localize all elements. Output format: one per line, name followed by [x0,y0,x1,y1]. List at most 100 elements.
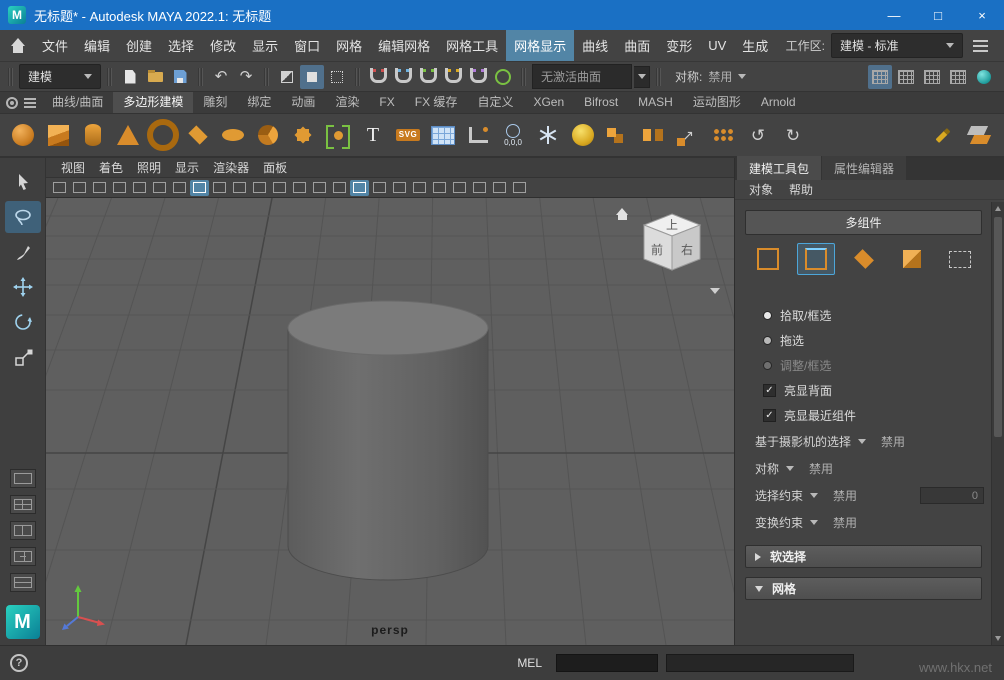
camera-attributes-icon[interactable] [90,180,109,196]
use-default-material-icon[interactable] [390,180,409,196]
panel-menu-item[interactable]: 着色 [92,158,130,177]
section-header[interactable]: 软选择 [745,545,982,568]
shadows-icon[interactable] [450,180,469,196]
motion-blur-icon[interactable] [490,180,509,196]
menu-item[interactable]: 修改 [202,30,244,61]
two-pane-layout-button[interactable] [9,521,36,540]
poly-cube-icon[interactable] [41,118,75,152]
close-button[interactable]: × [960,0,1004,30]
toolbar-grip[interactable] [8,67,13,86]
menu-item[interactable]: 窗口 [286,30,328,61]
safe-action-icon[interactable] [290,180,309,196]
viewport-canvas[interactable]: 上 前 右 persp [46,198,734,645]
outliner-persp-layout-button[interactable] [9,547,36,566]
snap-to-point-icon[interactable] [416,65,440,89]
shelf-tab[interactable]: 自定义 [467,92,523,113]
shelf-tab[interactable]: Bifrost [574,92,628,112]
radio-option[interactable]: 拖选 [741,328,986,353]
film-gate-icon[interactable] [210,180,229,196]
scroll-down-icon[interactable] [992,632,1004,645]
toolkit-menu-item[interactable]: 对象 [743,179,779,200]
command-input[interactable] [556,654,658,672]
panel-menu-item[interactable]: 照明 [130,158,168,177]
smooth-mesh-icon[interactable] [566,118,600,152]
home-icon[interactable] [10,38,26,53]
snap-to-projected-center-icon[interactable] [441,65,465,89]
make-live-icon[interactable] [491,65,515,89]
modeling-toolkit-toggle-icon[interactable] [868,64,892,89]
snap-to-grid-icon[interactable] [366,65,390,89]
shelf-tab[interactable]: 多边形建模 [113,92,194,113]
select-object-icon[interactable] [300,64,324,89]
panel-menu-item[interactable]: 面板 [256,158,294,177]
poly-disc-icon[interactable] [216,118,250,152]
select-component-icon[interactable] [325,65,349,89]
shelf-tab[interactable]: FX [369,92,404,112]
toolbar-grip[interactable] [264,67,269,86]
panel-menu-item[interactable]: 视图 [54,158,92,177]
screen-space-ao-icon[interactable] [470,180,489,196]
scale-tool[interactable] [5,341,41,373]
grease-pencil-icon[interactable] [170,180,189,196]
scrollbar-thumb[interactable] [994,217,1002,437]
menu-item[interactable]: 网格显示 [506,30,575,61]
menu-item[interactable]: UV [700,32,734,59]
constraint-number-field[interactable]: 0 [920,487,984,504]
wireframe-icon[interactable] [330,180,349,196]
uv-mode-icon[interactable] [893,243,931,275]
panel-menu-item[interactable]: 渲染器 [206,158,256,177]
node-table-icon[interactable] [426,118,460,152]
maximize-button[interactable]: □ [916,0,960,30]
select-tool[interactable] [5,166,41,198]
sidebar-tab[interactable]: 建模工具包 [737,156,822,180]
toolkit-menu-item[interactable]: 帮助 [783,179,819,200]
mel-toggle[interactable]: MEL [511,654,548,672]
face-mode-icon[interactable] [845,243,883,275]
poly-torus-icon[interactable] [146,118,180,152]
select-camera-icon[interactable] [50,180,69,196]
svg-tool-icon[interactable]: SVG [391,118,425,152]
panel-scrollbar[interactable] [991,202,1004,645]
safe-title-icon[interactable] [310,180,329,196]
menu-item[interactable]: 曲线 [574,30,616,61]
smooth-shade-icon[interactable] [350,179,369,196]
menu-item[interactable]: 网格 [328,30,370,61]
rotate-tool[interactable] [5,306,41,338]
dropdown-row[interactable]: 基于摄影机的选择 禁用 [741,428,986,455]
combine-icon[interactable] [601,118,635,152]
gate-mask-icon[interactable] [250,180,269,196]
poly-cone-icon[interactable] [111,118,145,152]
minimize-button[interactable]: — [872,0,916,30]
toolbar-grip[interactable] [355,67,360,86]
open-scene-icon[interactable] [143,65,167,89]
shelf-tab[interactable]: 运动图形 [683,92,751,113]
move-tool[interactable] [5,271,41,303]
four-pane-layout-button[interactable] [9,495,36,514]
shelf-menu-icon[interactable] [24,98,36,108]
curve-instance-icon[interactable] [321,118,355,152]
object-mode-icon[interactable] [941,243,979,275]
viewcube-menu-chevron[interactable] [710,288,720,294]
flip-geometry-icon[interactable]: ↻ [776,118,810,152]
lock-camera-icon[interactable] [70,180,89,196]
section-header[interactable]: 网格 [745,577,982,600]
extract-face-icon[interactable]: ↗ [671,118,705,152]
freeze-transform-icon[interactable] [531,118,565,152]
dropdown-row[interactable]: 变换约束 禁用 [741,509,986,536]
radio-option[interactable]: 调整/框选 [741,353,986,378]
poly-sphere-icon[interactable] [6,118,40,152]
poly-plane-icon[interactable] [181,118,215,152]
mirror-geometry-icon[interactable]: ↺ [741,118,775,152]
surface-field-dropdown[interactable] [634,65,650,88]
menu-item[interactable]: 网格工具 [438,30,506,61]
shelf-tab[interactable]: 曲线/曲面 [42,92,113,113]
grid-toggle-icon[interactable] [190,179,209,196]
viewcube-home-icon[interactable] [616,208,630,221]
undo-icon[interactable]: ↶ [209,65,233,89]
bookmarks-icon[interactable] [110,180,129,196]
dropdown-row[interactable]: 选择约束 禁用 0 [741,482,986,509]
toolbar-grip[interactable] [198,67,203,86]
menu-item[interactable]: 文件 [34,30,76,61]
multi-cut-icon[interactable] [962,118,996,152]
attribute-editor-toggle-icon[interactable] [920,65,944,89]
